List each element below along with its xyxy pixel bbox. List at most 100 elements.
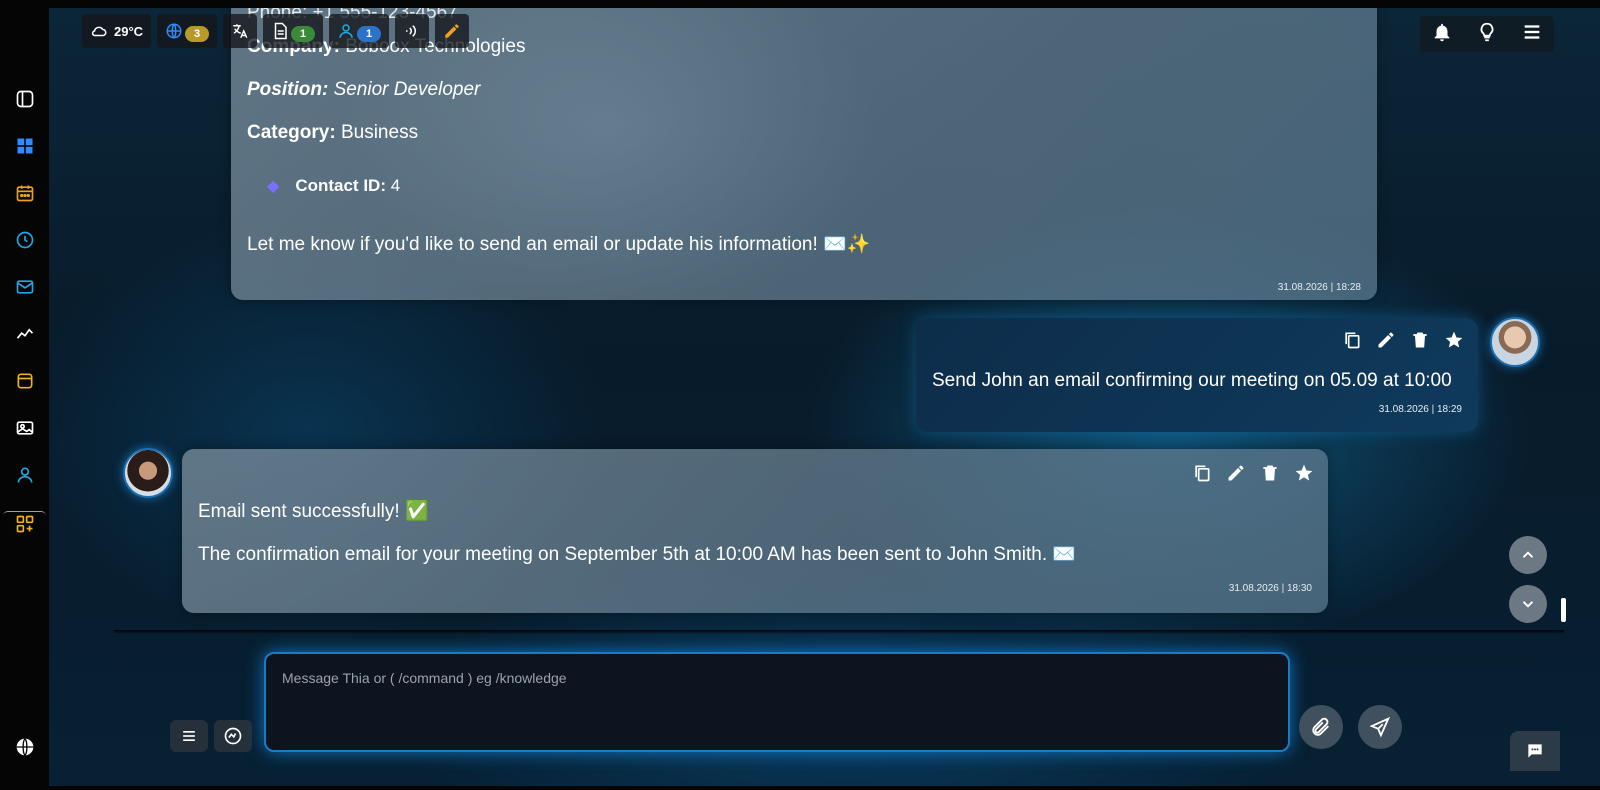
- status-toolbar: 29°C 3 1 1: [82, 14, 470, 50]
- globe-icon: [166, 23, 182, 39]
- panel-icon: [16, 90, 34, 108]
- sidebar-item-images[interactable]: [12, 415, 38, 441]
- star-icon: [1445, 331, 1463, 348]
- globe-search-icon: [224, 727, 242, 745]
- diamond-icon: ◆: [267, 178, 280, 195]
- chevron-up-icon: [1522, 551, 1534, 558]
- sidebar-item-mail[interactable]: [12, 274, 38, 300]
- message-composer: [264, 652, 1290, 752]
- lightbulb-icon: [1480, 22, 1494, 41]
- delete-button[interactable]: [1410, 330, 1430, 350]
- message-timestamp: 31.08.2026 | 18:30: [1228, 583, 1312, 594]
- edit-button[interactable]: [1226, 463, 1246, 483]
- translate-chip[interactable]: [223, 14, 258, 48]
- chevron-down-icon: [1522, 601, 1534, 608]
- favorite-button[interactable]: [1444, 330, 1464, 350]
- trash-icon: [1413, 332, 1427, 348]
- language-count-badge: 3: [185, 26, 210, 42]
- chat-scrollbar[interactable]: [1561, 598, 1566, 622]
- pencil-icon: [445, 24, 459, 38]
- copy-icon: [1345, 332, 1360, 349]
- globe-icon: [16, 738, 34, 756]
- chat-bubble-icon: [1528, 744, 1542, 758]
- menu-button[interactable]: [170, 720, 208, 752]
- edit-button[interactable]: [1376, 330, 1396, 350]
- clock-icon: [16, 231, 34, 249]
- sound-wave-icon: [406, 25, 417, 37]
- pencil-icon: [1228, 465, 1244, 481]
- contact-category: Category: Business: [247, 122, 419, 143]
- assistant-message-contact: Phone: +1 555-123-4567 Company: Boboox T…: [231, 8, 1377, 300]
- chart-icon: [16, 328, 34, 339]
- documents-count-badge: 1: [291, 26, 316, 42]
- chat-area: Phone: +1 555-123-4567 Company: Boboox T…: [49, 8, 1600, 786]
- scroll-down-button[interactable]: [1509, 585, 1547, 623]
- sidebar-item-storage[interactable]: [12, 368, 38, 394]
- sidebar-item-dashboard[interactable]: [12, 133, 38, 159]
- message-actions: [1342, 330, 1464, 350]
- contact-followup: Let me know if you'd like to send an ema…: [247, 234, 871, 255]
- mail-icon: [16, 280, 34, 294]
- bell-icon: [1434, 23, 1450, 41]
- image-icon: [16, 421, 34, 435]
- contact-id: ◆ Contact ID: 4: [267, 176, 401, 195]
- weather-temperature: 29°C: [114, 23, 144, 39]
- sidebar-item-contacts[interactable]: [12, 462, 38, 488]
- message-input[interactable]: [266, 654, 1288, 750]
- cloud-icon: [91, 26, 107, 37]
- reply-line-2: The confirmation email for your meeting …: [198, 544, 1077, 565]
- web-search-button[interactable]: [214, 720, 252, 752]
- window-top-frame: [0, 0, 1600, 8]
- voice-chip[interactable]: [395, 14, 430, 48]
- apps-icon: [16, 515, 34, 533]
- person-icon: [17, 467, 33, 483]
- send-button[interactable]: [1358, 705, 1402, 749]
- database-icon: [17, 373, 33, 389]
- scroll-up-button[interactable]: [1509, 536, 1547, 574]
- paperclip-icon: [1312, 717, 1329, 736]
- reply-line-1: Email sent successfully! ✅: [198, 501, 429, 522]
- users-count-badge: 1: [357, 26, 382, 42]
- contact-position: Position: Senior Developer: [247, 79, 481, 100]
- trash-icon: [1263, 465, 1277, 481]
- chat-widget-button[interactable]: [1510, 731, 1560, 771]
- message-timestamp: 31.08.2026 | 18:28: [1277, 282, 1361, 293]
- sidebar-language-button[interactable]: [12, 734, 38, 760]
- user-avatar: [1490, 317, 1540, 367]
- user-icon: [339, 24, 353, 38]
- copy-button[interactable]: [1342, 330, 1362, 350]
- weather-chip[interactable]: 29°C: [82, 14, 152, 48]
- user-message: Send John an email confirming our meetin…: [916, 318, 1478, 432]
- sidebar-item-apps[interactable]: [12, 511, 38, 537]
- copy-icon: [1195, 465, 1210, 482]
- assistant-avatar: [123, 448, 173, 498]
- message-timestamp: 31.08.2026 | 18:29: [1378, 404, 1462, 415]
- list-icon: [183, 731, 195, 741]
- notifications-button[interactable]: [1431, 21, 1453, 48]
- edit-chip[interactable]: [435, 14, 470, 48]
- calendar-icon: [16, 185, 34, 202]
- document-icon: [274, 22, 287, 40]
- user-message-text: Send John an email confirming our meetin…: [932, 370, 1452, 391]
- pencil-icon: [1378, 332, 1394, 348]
- documents-chip[interactable]: 1: [263, 14, 324, 48]
- star-icon: [1295, 464, 1313, 481]
- chat-divider: [114, 630, 1564, 634]
- language-chip[interactable]: 3: [157, 14, 218, 48]
- favorite-button[interactable]: [1294, 463, 1314, 483]
- users-chip[interactable]: 1: [329, 14, 390, 48]
- main-menu-button[interactable]: [1521, 21, 1543, 48]
- delete-button[interactable]: [1260, 463, 1280, 483]
- attach-button[interactable]: [1299, 705, 1343, 749]
- sidebar-item-analytics[interactable]: [12, 321, 38, 347]
- grid-icon: [17, 138, 33, 154]
- translate-icon: [233, 24, 248, 39]
- assistant-message-reply: Email sent successfully! ✅ The confirmat…: [182, 449, 1328, 613]
- send-icon: [1369, 716, 1391, 738]
- sidebar-item-calendar[interactable]: [12, 180, 38, 206]
- sidebar-toggle-button[interactable]: [12, 86, 38, 112]
- tips-button[interactable]: [1476, 21, 1498, 48]
- sidebar-item-history[interactable]: [12, 227, 38, 253]
- sidebar: [0, 8, 50, 786]
- copy-button[interactable]: [1192, 463, 1212, 483]
